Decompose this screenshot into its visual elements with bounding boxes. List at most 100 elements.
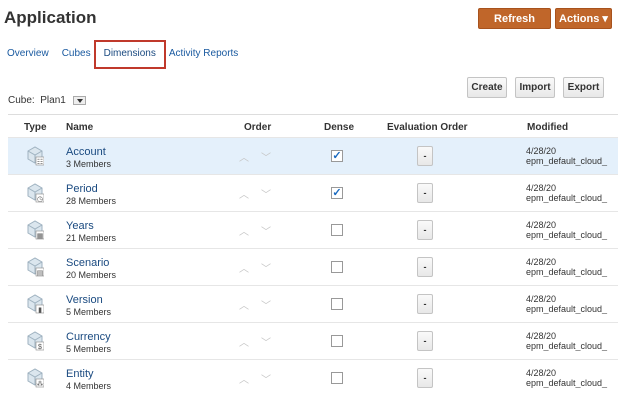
dense-checkbox[interactable] bbox=[331, 298, 343, 310]
col-type[interactable]: Type bbox=[24, 122, 47, 133]
dimension-name-link[interactable]: Period bbox=[66, 183, 98, 195]
tab-activity-reports[interactable]: Activity Reports bbox=[169, 48, 238, 67]
move-down-icon[interactable]: ﹀ bbox=[261, 297, 271, 312]
move-up-icon[interactable]: ︿ bbox=[239, 334, 249, 349]
evaluation-order-button[interactable]: - bbox=[417, 257, 433, 277]
table-row[interactable]: ⁂ Entity 4 Members ︿ ﹀ - 4/28/20 epm_defa… bbox=[8, 359, 618, 396]
modified-date: 4/28/20 bbox=[526, 183, 557, 193]
move-down-icon[interactable]: ﹀ bbox=[261, 334, 271, 349]
cube-value: Plan1 bbox=[40, 95, 66, 106]
dense-checkbox[interactable]: ✓ bbox=[331, 187, 343, 199]
create-button[interactable]: Create bbox=[467, 77, 507, 98]
dimension-cube-icon: $ bbox=[27, 331, 44, 351]
svg-text:▮: ▮ bbox=[38, 307, 42, 314]
dimension-name-link[interactable]: Scenario bbox=[66, 257, 109, 269]
tab-overview[interactable]: Overview bbox=[7, 48, 49, 67]
evaluation-order-button[interactable]: - bbox=[417, 220, 433, 240]
dimension-name-link[interactable]: Currency bbox=[66, 331, 111, 343]
export-button[interactable]: Export bbox=[563, 77, 604, 98]
dimension-name-link[interactable]: Version bbox=[66, 294, 103, 306]
tab-bar: Overview Cubes Dimensions Activity Repor… bbox=[7, 40, 251, 69]
evaluation-order-button[interactable]: - bbox=[417, 294, 433, 314]
move-down-icon[interactable]: ﹀ bbox=[261, 223, 271, 238]
col-evaluation-order[interactable]: Evaluation Order bbox=[387, 122, 468, 133]
modified-user: epm_default_cloud_ bbox=[526, 304, 608, 314]
modified-date: 4/28/20 bbox=[526, 257, 557, 267]
dimension-cube-icon: ☷ bbox=[27, 146, 44, 166]
svg-text:$: $ bbox=[38, 344, 42, 351]
move-up-icon[interactable]: ︿ bbox=[239, 371, 249, 386]
table-row[interactable]: ▮ Version 5 Members ︿ ﹀ - 4/28/20 epm_def… bbox=[8, 285, 618, 322]
table-header: Type Name Order Dense Evaluation Order M… bbox=[8, 114, 618, 137]
svg-text:☷: ☷ bbox=[37, 159, 43, 166]
dimension-name-link[interactable]: Account bbox=[66, 146, 106, 158]
move-down-icon[interactable]: ﹀ bbox=[261, 260, 271, 275]
modified-user: epm_default_cloud_ bbox=[526, 267, 608, 277]
tab-cubes[interactable]: Cubes bbox=[62, 48, 91, 67]
modified-date: 4/28/20 bbox=[526, 146, 557, 156]
member-count: 20 Members bbox=[66, 270, 117, 280]
cube-dropdown-button[interactable] bbox=[72, 95, 86, 105]
table-row[interactable]: ▦ Years 21 Members ︿ ﹀ - 4/28/20 epm_defa… bbox=[8, 211, 618, 248]
evaluation-order-button[interactable]: - bbox=[417, 146, 433, 166]
dense-checkbox[interactable] bbox=[331, 224, 343, 236]
dense-checkbox[interactable] bbox=[331, 261, 343, 273]
modified-info: 4/28/20 epm_default_cloud_ bbox=[526, 220, 618, 240]
member-count: 28 Members bbox=[66, 196, 117, 206]
evaluation-order-button[interactable]: - bbox=[417, 368, 433, 388]
dense-checkbox[interactable] bbox=[331, 372, 343, 384]
dimension-name-link[interactable]: Entity bbox=[66, 368, 94, 380]
table-row[interactable]: ◷ Period 28 Members ︿ ﹀ ✓ - 4/28/20 epm_d… bbox=[8, 174, 618, 211]
modified-info: 4/28/20 epm_default_cloud_ bbox=[526, 257, 618, 277]
col-name[interactable]: Name bbox=[66, 122, 93, 133]
col-order[interactable]: Order bbox=[244, 122, 271, 133]
modified-info: 4/28/20 epm_default_cloud_ bbox=[526, 183, 618, 203]
modified-info: 4/28/20 epm_default_cloud_ bbox=[526, 368, 618, 388]
svg-text:▦: ▦ bbox=[37, 233, 44, 240]
dimension-cube-icon: ▤ bbox=[27, 257, 44, 277]
svg-text:▤: ▤ bbox=[37, 270, 44, 277]
modified-user: epm_default_cloud_ bbox=[526, 156, 608, 166]
modified-date: 4/28/20 bbox=[526, 331, 557, 341]
dimension-cube-icon: ◷ bbox=[27, 183, 44, 203]
evaluation-order-button[interactable]: - bbox=[417, 183, 433, 203]
evaluation-order-button[interactable]: - bbox=[417, 331, 433, 351]
move-down-icon[interactable]: ﹀ bbox=[261, 149, 271, 164]
modified-info: 4/28/20 epm_default_cloud_ bbox=[526, 331, 618, 351]
modified-date: 4/28/20 bbox=[526, 368, 557, 378]
member-count: 3 Members bbox=[66, 159, 112, 169]
modified-date: 4/28/20 bbox=[526, 220, 557, 230]
member-count: 5 Members bbox=[66, 307, 112, 317]
dimension-name-link[interactable]: Years bbox=[66, 220, 94, 232]
move-up-icon[interactable]: ︿ bbox=[239, 260, 249, 275]
move-down-icon[interactable]: ﹀ bbox=[261, 371, 271, 386]
table-row[interactable]: ▤ Scenario 20 Members ︿ ﹀ - 4/28/20 epm_d… bbox=[8, 248, 618, 285]
dense-checkbox[interactable]: ✓ bbox=[331, 150, 343, 162]
refresh-button[interactable]: Refresh bbox=[478, 8, 551, 29]
dimension-cube-icon: ▮ bbox=[27, 294, 44, 314]
move-up-icon[interactable]: ︿ bbox=[239, 186, 249, 201]
tab-dimensions[interactable]: Dimensions bbox=[93, 40, 166, 69]
page-title: Application bbox=[4, 8, 97, 27]
move-down-icon[interactable]: ﹀ bbox=[261, 186, 271, 201]
modified-user: epm_default_cloud_ bbox=[526, 378, 608, 388]
member-count: 4 Members bbox=[66, 381, 112, 391]
svg-text:◷: ◷ bbox=[37, 196, 43, 203]
actions-button[interactable]: Actions ▾ bbox=[555, 8, 612, 29]
cube-label: Cube: bbox=[8, 95, 35, 106]
move-up-icon[interactable]: ︿ bbox=[239, 223, 249, 238]
move-up-icon[interactable]: ︿ bbox=[239, 297, 249, 312]
import-button[interactable]: Import bbox=[515, 77, 555, 98]
member-count: 5 Members bbox=[66, 344, 112, 354]
col-dense[interactable]: Dense bbox=[324, 122, 354, 133]
move-up-icon[interactable]: ︿ bbox=[239, 149, 249, 164]
dimension-cube-icon: ⁂ bbox=[27, 368, 44, 388]
dense-checkbox[interactable] bbox=[331, 335, 343, 347]
cube-selector: Cube: Plan1 bbox=[8, 95, 86, 106]
table-row[interactable]: $ Currency 5 Members ︿ ﹀ - 4/28/20 epm_de… bbox=[8, 322, 618, 359]
modified-date: 4/28/20 bbox=[526, 294, 557, 304]
col-modified[interactable]: Modified bbox=[527, 122, 568, 133]
member-count: 21 Members bbox=[66, 233, 117, 243]
table-row[interactable]: ☷ Account 3 Members ︿ ﹀ ✓ - 4/28/20 epm_d… bbox=[8, 137, 618, 174]
modified-user: epm_default_cloud_ bbox=[526, 193, 608, 203]
